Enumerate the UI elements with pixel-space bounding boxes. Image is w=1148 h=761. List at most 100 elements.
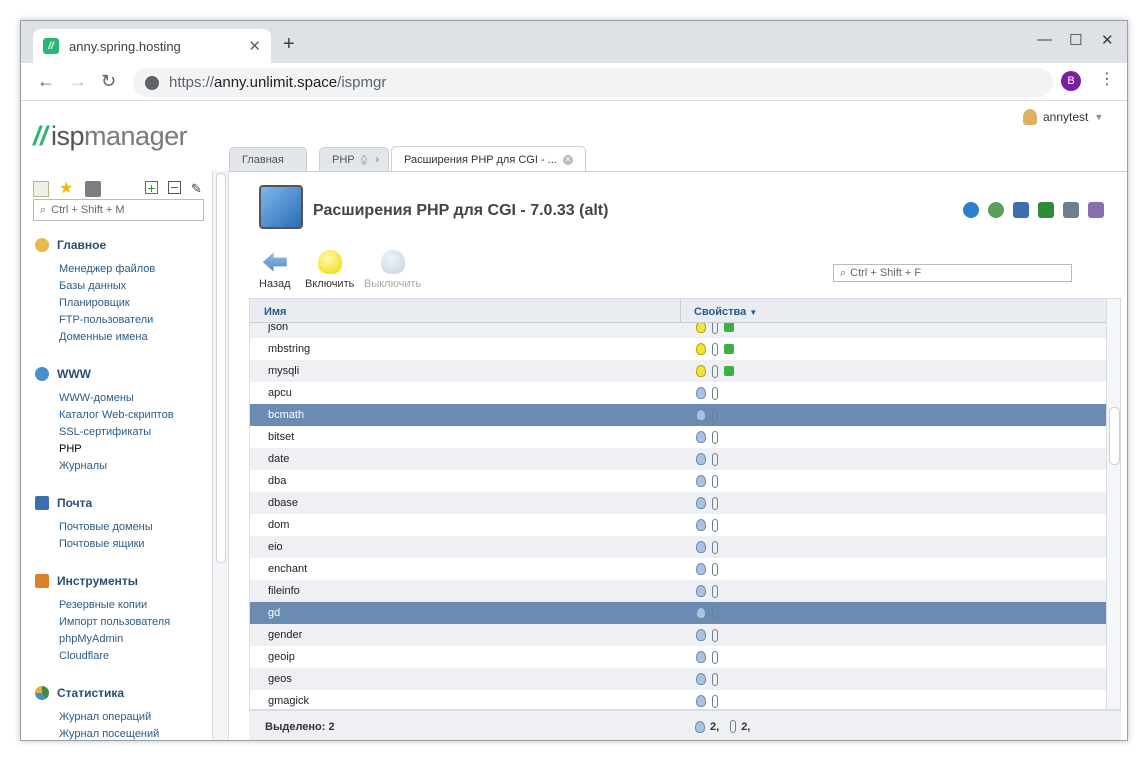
browser-menu-icon[interactable]: ⋮: [1099, 69, 1115, 89]
table-row[interactable]: gender: [250, 624, 1106, 646]
table-row[interactable]: gmagick: [250, 690, 1106, 709]
sidebar-item-php[interactable]: PHP: [59, 441, 205, 458]
sidebar-group-header[interactable]: Статистика: [35, 683, 205, 703]
forward-arrow-icon[interactable]: →: [69, 71, 87, 92]
table-scroll-thumb[interactable]: [1109, 407, 1120, 465]
table-row[interactable]: eio: [250, 536, 1106, 558]
disable-button[interactable]: Выключить: [364, 250, 421, 290]
sidebar-group-header[interactable]: Почта: [35, 493, 205, 513]
bulb-off-icon: [696, 387, 706, 399]
table-row[interactable]: bitset: [250, 426, 1106, 448]
php-extensions-icon: [259, 185, 303, 229]
table-row[interactable]: dom: [250, 514, 1106, 536]
reload-icon[interactable]: ↻: [101, 71, 116, 92]
column-properties[interactable]: Свойства ▼: [694, 306, 757, 318]
table-row[interactable]: mysqli: [250, 360, 1106, 382]
site-info-icon[interactable]: [145, 75, 159, 90]
maximize-icon[interactable]: ☐: [1069, 31, 1082, 49]
table-row[interactable]: geoip: [250, 646, 1106, 668]
extension-name: geoip: [268, 651, 295, 663]
sidebar-item-visits-log[interactable]: Журнал посещений: [59, 726, 205, 740]
tab-home[interactable]: Главная: [229, 147, 307, 171]
sidebar-scrollbar[interactable]: [213, 171, 229, 740]
bulb-off-icon: [696, 629, 706, 641]
sidebar-scroll-thumb[interactable]: [216, 173, 226, 563]
close-tab-icon[interactable]: ✕: [248, 37, 261, 55]
back-icon: [262, 252, 287, 272]
sidebar-group-main: Главное Менеджер файлов Базы данных План…: [35, 235, 205, 346]
sidebar-item-databases[interactable]: Базы данных: [59, 278, 205, 295]
back-arrow-icon[interactable]: ←: [37, 71, 55, 92]
url-bar[interactable]: https:// anny.unlimit.space /ispmgr: [133, 68, 1053, 97]
table-row[interactable]: apcu: [250, 382, 1106, 404]
browser-tab[interactable]: // anny.spring.hosting ✕: [33, 29, 271, 63]
user-avatar-icon: [1023, 109, 1037, 125]
table-row[interactable]: enchant: [250, 558, 1106, 580]
sidebar-item-logs[interactable]: Журналы: [59, 458, 205, 475]
settings-icon: [724, 366, 734, 376]
print-icon[interactable]: [1063, 202, 1079, 218]
bulb-off-icon: [696, 431, 706, 443]
table-row[interactable]: geos: [250, 668, 1106, 690]
enable-button[interactable]: Включить: [305, 250, 354, 290]
table-row[interactable]: bcmath: [250, 404, 1106, 426]
web-icon[interactable]: [988, 202, 1004, 218]
table-row[interactable]: mbstring: [250, 338, 1106, 360]
sidebar-group-header[interactable]: Инструменты: [35, 571, 205, 591]
sidebar-item-mail-domains[interactable]: Почтовые домены: [59, 519, 205, 536]
sidebar-item-file-manager[interactable]: Менеджер файлов: [59, 261, 205, 278]
close-tab-php-icon[interactable]: ✕: [360, 154, 368, 165]
sidebar-item-backups[interactable]: Резервные копии: [59, 597, 205, 614]
extension-properties: [696, 474, 718, 488]
sidebar-item-scheduler[interactable]: Планировщик: [59, 295, 205, 312]
extension-properties: [696, 342, 734, 356]
table-row[interactable]: date: [250, 448, 1106, 470]
minimize-icon[interactable]: —: [1037, 31, 1052, 48]
table-settings-icon[interactable]: [1088, 202, 1104, 218]
sidebar-item-operations-log[interactable]: Журнал операций: [59, 709, 205, 726]
star-icon[interactable]: ★: [59, 181, 75, 197]
ispmanager-favicon-icon: //: [43, 38, 59, 54]
profile-avatar[interactable]: B: [1061, 71, 1081, 91]
back-button[interactable]: Назад: [259, 250, 291, 290]
collapse-all-icon[interactable]: −: [168, 180, 181, 194]
sidebar-item-cloudflare[interactable]: Cloudflare: [59, 648, 205, 665]
sidebar-item-ssl[interactable]: SSL-сертификаты: [59, 424, 205, 441]
table-row[interactable]: dba: [250, 470, 1106, 492]
table-row[interactable]: fileinfo: [250, 580, 1106, 602]
sidebar-item-phpmyadmin[interactable]: phpMyAdmin: [59, 631, 205, 648]
extension-name: gmagick: [268, 695, 309, 707]
sidebar-item-web-scripts[interactable]: Каталог Web-скриптов: [59, 407, 205, 424]
tab-php-extensions[interactable]: Расширения PHP для CGI - ... ✕: [391, 146, 586, 172]
refresh-icon[interactable]: [963, 202, 979, 218]
tree-view-icon[interactable]: [33, 181, 49, 197]
table-row[interactable]: gd: [250, 602, 1106, 624]
expand-all-icon[interactable]: +: [145, 181, 158, 195]
close-window-icon[interactable]: ✕: [1101, 31, 1114, 49]
sidebar-group-header[interactable]: Главное: [35, 235, 205, 255]
sidebar-item-ftp-users[interactable]: FTP-пользователи: [59, 312, 205, 329]
table-row[interactable]: dbase: [250, 492, 1106, 514]
table-scrollbar[interactable]: [1106, 299, 1120, 709]
copy-icon[interactable]: [1013, 202, 1029, 218]
filter-input[interactable]: ⌕ Ctrl + Shift + F: [833, 264, 1072, 282]
table-row[interactable]: json: [250, 323, 1106, 338]
sidebar-item-import-user[interactable]: Импорт пользователя: [59, 614, 205, 631]
new-tab-icon[interactable]: +: [283, 33, 295, 56]
paperclip-icon: [712, 672, 718, 686]
sidebar-search-input[interactable]: ⌕ Ctrl + Shift + M: [33, 199, 204, 221]
sidebar-item-www-domains[interactable]: WWW-домены: [59, 390, 205, 407]
extension-name: bitset: [268, 431, 295, 443]
user-menu[interactable]: annytest ▼: [1023, 109, 1103, 125]
sidebar-group-header[interactable]: WWW: [35, 364, 205, 384]
excel-export-icon[interactable]: [1038, 202, 1054, 218]
sidebar-tools: ★ + − ✎: [33, 180, 207, 197]
column-name[interactable]: Имя: [264, 306, 286, 318]
briefcase-icon[interactable]: [85, 181, 101, 197]
sidebar-item-domain-names[interactable]: Доменные имена: [59, 329, 205, 346]
tab-php[interactable]: PHP ✕ ›: [319, 147, 389, 171]
pin-icon[interactable]: ✎: [191, 181, 207, 197]
status-bar: Выделено: 2 2, 2,: [249, 710, 1121, 740]
close-tab-extensions-icon[interactable]: ✕: [562, 154, 573, 165]
sidebar-item-mailboxes[interactable]: Почтовые ящики: [59, 536, 205, 553]
